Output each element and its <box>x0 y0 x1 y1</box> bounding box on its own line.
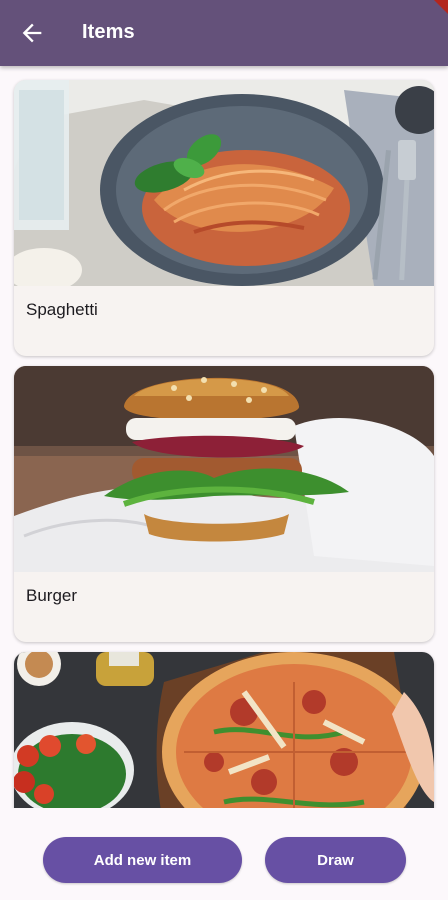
draw-button[interactable]: Draw <box>265 837 406 883</box>
items-list[interactable]: Spaghetti Burger <box>0 66 448 808</box>
item-card-spaghetti[interactable]: Spaghetti <box>14 80 434 356</box>
page-title: Items <box>82 21 135 43</box>
item-name: Spaghetti <box>26 300 98 319</box>
pizza-photo <box>14 652 434 808</box>
burger-photo <box>14 366 434 572</box>
add-new-item-button[interactable]: Add new item <box>43 837 242 883</box>
arrow-back-icon[interactable] <box>18 19 46 47</box>
bottom-action-bar: Add new item Draw <box>0 808 448 900</box>
item-card-burger[interactable]: Burger <box>14 366 434 642</box>
spaghetti-photo <box>14 80 434 286</box>
item-name: Burger <box>26 586 78 605</box>
debug-banner <box>434 0 448 14</box>
app-bar: Items <box>0 0 448 66</box>
item-card-pizza[interactable] <box>14 652 434 808</box>
